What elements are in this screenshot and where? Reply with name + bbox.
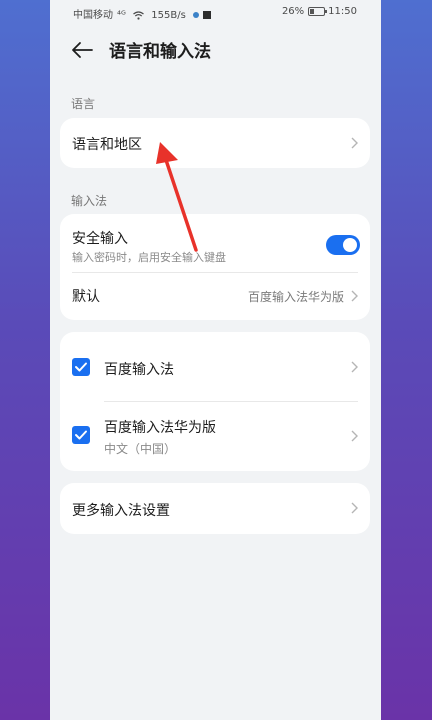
secure-input-label: 安全输入 <box>72 231 128 247</box>
chevron-right-icon <box>351 361 358 373</box>
checkbox-baidu-huawei[interactable] <box>72 426 90 444</box>
ime-baidu-huawei-language: 中文（中国） <box>104 442 177 456</box>
chevron-right-icon <box>351 290 358 302</box>
battery-level <box>310 8 314 14</box>
notification-dot-icon <box>192 12 199 18</box>
card-language: 语言和地区 <box>60 118 370 168</box>
network-speed: 155B/s <box>151 10 186 21</box>
more-input-settings-row[interactable]: 更多输入法设置 <box>60 483 370 534</box>
battery-icon <box>308 6 328 16</box>
chevron-right-icon <box>351 430 358 442</box>
status-left: 中国移动 ⁴ᴳ 155B/s <box>73 6 215 21</box>
default-value: 百度输入法华为版 <box>247 290 344 304</box>
signal-icon: ⁴ᴳ <box>117 10 126 21</box>
secure-input-toggle[interactable] <box>326 235 360 255</box>
secure-input-description: 输入密码时，启用安全输入键盘 <box>72 251 226 264</box>
ime-baidu-label: 百度输入法 <box>104 362 174 378</box>
card-input: 安全输入 输入密码时，启用安全输入键盘 默认 百度输入法华为版 <box>60 214 370 320</box>
language-region-row[interactable]: 语言和地区 <box>60 118 370 168</box>
page-title: 语言和输入法 <box>109 42 211 62</box>
phone-screen: 中国移动 ⁴ᴳ 155B/s 26% 11:50 语言和输入法 语言 语言和地区… <box>50 0 381 720</box>
section-label-language: 语言 <box>71 97 96 111</box>
status-right: 26% 11:50 <box>282 6 357 17</box>
app-header: 语言和输入法 <box>50 30 381 70</box>
check-icon <box>75 362 87 372</box>
card-ime-list: 百度输入法 百度输入法华为版 中文（中国） <box>60 332 370 471</box>
default-label: 默认 <box>72 289 100 305</box>
ime-baidu-huawei-label: 百度输入法华为版 <box>104 420 216 436</box>
battery-percent: 26% <box>281 6 305 17</box>
language-region-label: 语言和地区 <box>72 137 142 153</box>
clock: 11:50 <box>328 6 357 17</box>
default-input-row[interactable]: 默认 百度输入法华为版 <box>60 272 370 320</box>
wifi-icon <box>133 10 147 21</box>
app-notification-icon <box>202 11 211 19</box>
chevron-right-icon <box>351 502 358 514</box>
ime-row-baidu[interactable]: 百度输入法 <box>60 332 370 402</box>
card-more: 更多输入法设置 <box>60 483 370 534</box>
ime-row-baidu-huawei[interactable]: 百度输入法华为版 中文（中国） <box>60 402 370 471</box>
back-arrow-icon[interactable] <box>70 40 94 60</box>
chevron-right-icon <box>351 137 358 149</box>
check-icon <box>75 430 87 440</box>
secure-input-row: 安全输入 输入密码时，启用安全输入键盘 <box>60 214 370 272</box>
carrier-text: 中国移动 <box>73 10 113 21</box>
section-label-input: 输入法 <box>71 194 108 208</box>
more-input-settings-label: 更多输入法设置 <box>72 503 170 519</box>
status-bar: 中国移动 ⁴ᴳ 155B/s 26% 11:50 <box>50 0 381 24</box>
checkbox-baidu[interactable] <box>72 358 90 376</box>
toggle-knob <box>343 238 357 252</box>
